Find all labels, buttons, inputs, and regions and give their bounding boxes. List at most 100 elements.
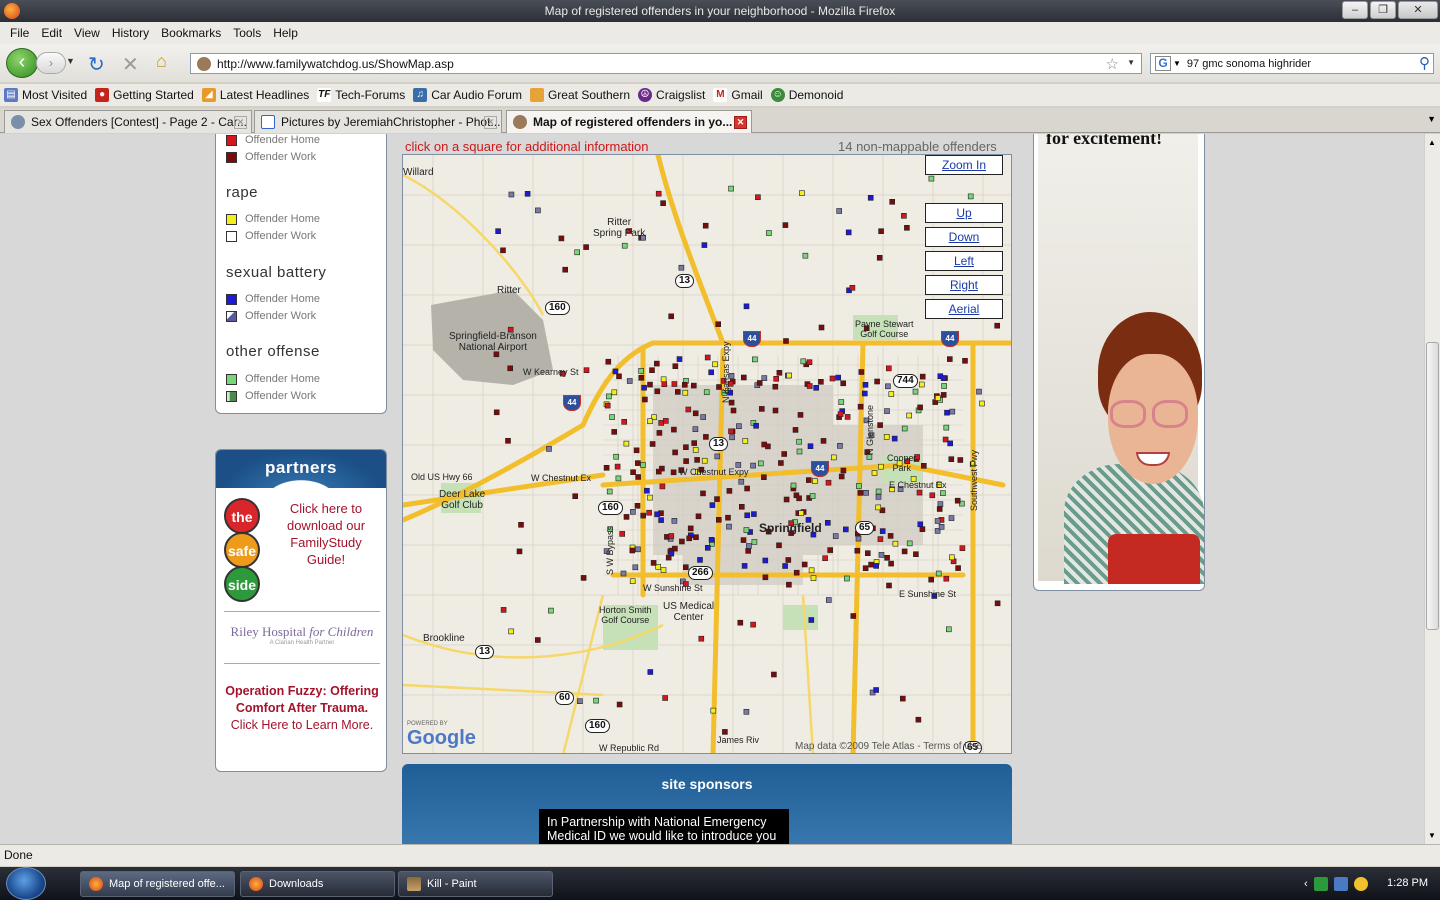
offender-marker[interactable] bbox=[837, 442, 843, 449]
offender-marker[interactable] bbox=[783, 496, 790, 503]
offender-marker[interactable] bbox=[742, 438, 749, 444]
offender-marker[interactable] bbox=[656, 468, 662, 475]
offender-marker[interactable] bbox=[941, 383, 947, 389]
offender-marker[interactable] bbox=[672, 545, 678, 552]
pan-down-button[interactable]: Down bbox=[925, 227, 1003, 247]
offender-marker[interactable] bbox=[954, 497, 961, 504]
offender-marker[interactable] bbox=[818, 379, 824, 385]
offender-marker[interactable] bbox=[611, 429, 617, 435]
offender-marker[interactable] bbox=[679, 538, 685, 545]
offender-marker[interactable] bbox=[940, 375, 947, 381]
offender-marker[interactable] bbox=[884, 408, 890, 414]
offender-marker[interactable] bbox=[935, 570, 942, 577]
offender-marker[interactable] bbox=[558, 235, 565, 242]
offender-marker[interactable] bbox=[700, 490, 706, 497]
url-bar[interactable]: ☆ ▼ bbox=[190, 53, 1142, 74]
offender-marker[interactable] bbox=[704, 544, 711, 551]
offender-marker[interactable] bbox=[701, 242, 708, 248]
offender-marker[interactable] bbox=[682, 564, 689, 571]
offender-marker[interactable] bbox=[979, 400, 985, 407]
offender-marker[interactable] bbox=[772, 407, 779, 414]
offender-marker[interactable] bbox=[662, 418, 669, 424]
offender-marker[interactable] bbox=[751, 539, 758, 545]
learn-more-link[interactable]: Click Here to Learn More. bbox=[231, 718, 373, 732]
taskbar-item-downloads[interactable]: Downloads bbox=[240, 871, 395, 897]
offender-marker[interactable] bbox=[877, 536, 884, 542]
pan-up-button[interactable]: Up bbox=[925, 203, 1003, 223]
search-engine-dropdown-icon[interactable]: ▼ bbox=[1173, 59, 1181, 68]
bookmark-tech-forums[interactable]: TF Tech-Forums bbox=[317, 88, 405, 102]
offender-marker[interactable] bbox=[744, 512, 751, 519]
offender-marker[interactable] bbox=[809, 493, 816, 499]
offender-marker[interactable] bbox=[640, 462, 646, 468]
tab-sex-offenders-contest[interactable]: Sex Offenders [Contest] - Page 2 - Car..… bbox=[4, 110, 252, 133]
offender-marker[interactable] bbox=[647, 418, 653, 425]
offender-marker[interactable] bbox=[762, 574, 769, 581]
offender-marker[interactable] bbox=[837, 411, 844, 417]
offender-marker[interactable] bbox=[917, 404, 923, 411]
offender-marker[interactable] bbox=[943, 575, 950, 582]
offender-marker[interactable] bbox=[879, 528, 886, 534]
the-safe-side-logo-the[interactable]: the bbox=[224, 498, 260, 534]
offender-marker[interactable] bbox=[884, 554, 890, 561]
offender-marker[interactable] bbox=[758, 406, 765, 412]
offender-marker[interactable] bbox=[915, 716, 922, 723]
offender-marker[interactable] bbox=[844, 414, 851, 420]
maximize-button[interactable]: ❐ bbox=[1370, 1, 1396, 19]
history-dropdown-icon[interactable]: ▼ bbox=[66, 56, 75, 66]
offender-marker[interactable] bbox=[606, 488, 613, 495]
scrollbar-thumb[interactable] bbox=[1426, 342, 1439, 630]
pan-right-button[interactable]: Right bbox=[925, 275, 1003, 295]
offender-marker[interactable] bbox=[580, 575, 587, 581]
the-safe-side-logo-side[interactable]: side bbox=[224, 566, 260, 602]
offender-marker[interactable] bbox=[838, 473, 845, 480]
offender-marker[interactable] bbox=[824, 519, 831, 526]
offender-marker[interactable] bbox=[736, 423, 742, 430]
offender-marker[interactable] bbox=[635, 460, 641, 466]
offender-marker[interactable] bbox=[722, 729, 728, 735]
offender-marker[interactable] bbox=[945, 626, 952, 633]
offender-marker[interactable] bbox=[738, 478, 745, 485]
offender-marker[interactable] bbox=[937, 501, 944, 507]
offender-marker[interactable] bbox=[889, 198, 896, 205]
offender-marker[interactable] bbox=[806, 359, 813, 365]
tray-messenger-icon[interactable] bbox=[1333, 876, 1348, 891]
offender-marker[interactable] bbox=[949, 408, 956, 415]
offender-marker[interactable] bbox=[901, 212, 907, 219]
tab-list-dropdown-icon[interactable]: ▼ bbox=[1427, 114, 1436, 124]
offender-marker[interactable] bbox=[936, 506, 943, 512]
offender-marker[interactable] bbox=[912, 388, 919, 395]
bookmark-car-audio-forum[interactable]: ♫ Car Audio Forum bbox=[413, 88, 522, 102]
offender-marker[interactable] bbox=[740, 537, 747, 543]
offender-marker[interactable] bbox=[709, 502, 716, 508]
offender-marker[interactable] bbox=[507, 365, 513, 372]
offender-marker[interactable] bbox=[704, 354, 711, 361]
offender-marker[interactable] bbox=[807, 443, 814, 450]
offender-marker[interactable] bbox=[875, 493, 882, 500]
offender-marker[interactable] bbox=[885, 365, 892, 372]
offender-marker[interactable] bbox=[948, 515, 955, 521]
offender-marker[interactable] bbox=[750, 621, 756, 628]
offender-marker[interactable] bbox=[757, 460, 764, 467]
offender-marker[interactable] bbox=[929, 492, 936, 499]
offender-marker[interactable] bbox=[874, 378, 880, 385]
offender-marker[interactable] bbox=[766, 230, 772, 236]
offender-marker[interactable] bbox=[862, 565, 869, 572]
offender-marker[interactable] bbox=[810, 575, 817, 582]
offender-marker[interactable] bbox=[755, 194, 761, 201]
offender-marker[interactable] bbox=[756, 380, 763, 386]
offender-marker[interactable] bbox=[518, 521, 524, 528]
search-magnifier-icon[interactable]: ⚲ bbox=[1419, 54, 1430, 72]
offender-marker[interactable] bbox=[647, 381, 653, 388]
tray-expand-icon[interactable]: ‹ bbox=[1304, 878, 1308, 890]
pan-left-button[interactable]: Left bbox=[925, 251, 1003, 271]
offender-marker[interactable] bbox=[786, 581, 792, 588]
tab-close-icon[interactable]: ✕ bbox=[734, 116, 747, 129]
offender-marker[interactable] bbox=[955, 565, 961, 571]
offender-marker[interactable] bbox=[744, 485, 750, 492]
menu-view[interactable]: View bbox=[68, 26, 106, 40]
offender-marker[interactable] bbox=[630, 508, 636, 515]
offender-marker[interactable] bbox=[508, 628, 514, 635]
tab-pictures-jeremiah[interactable]: Pictures by JeremiahChristopher - Phot..… bbox=[254, 110, 502, 133]
offender-marker[interactable] bbox=[620, 570, 627, 577]
